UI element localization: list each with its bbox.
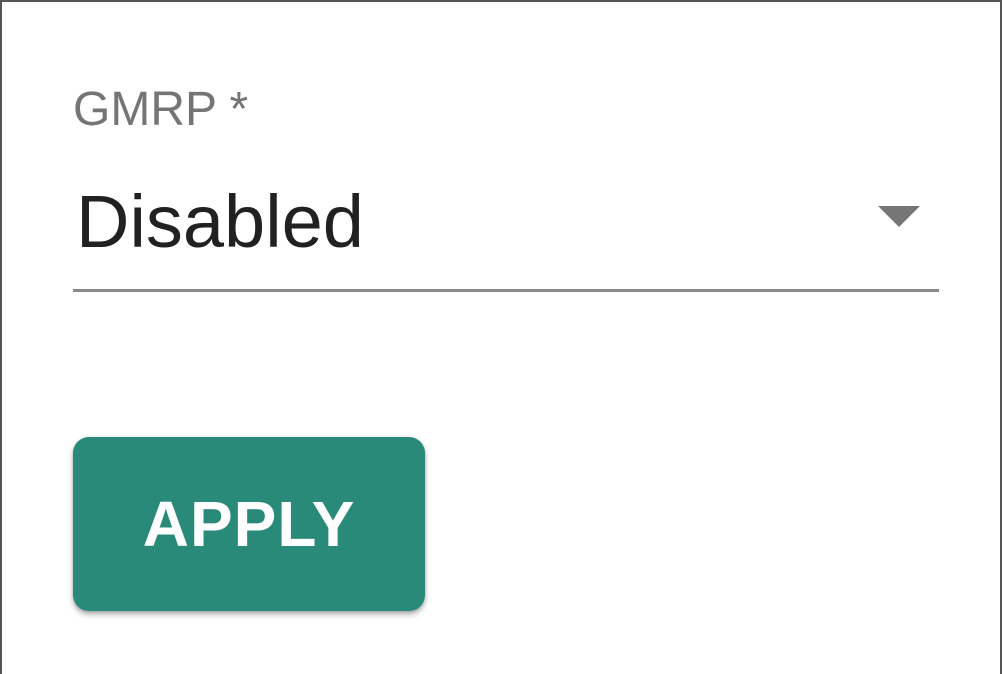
gmrp-label: GMRP * — [73, 83, 249, 136]
gmrp-selected-value[interactable]: Disabled — [76, 180, 364, 264]
gmrp-underline — [73, 289, 939, 292]
apply-button[interactable]: APPLY — [73, 437, 425, 611]
gmrp-select[interactable]: GMRP * Disabled — [73, 72, 939, 294]
settings-panel: GMRP * Disabled APPLY — [0, 0, 1002, 674]
dropdown-arrow-icon[interactable] — [878, 206, 920, 227]
